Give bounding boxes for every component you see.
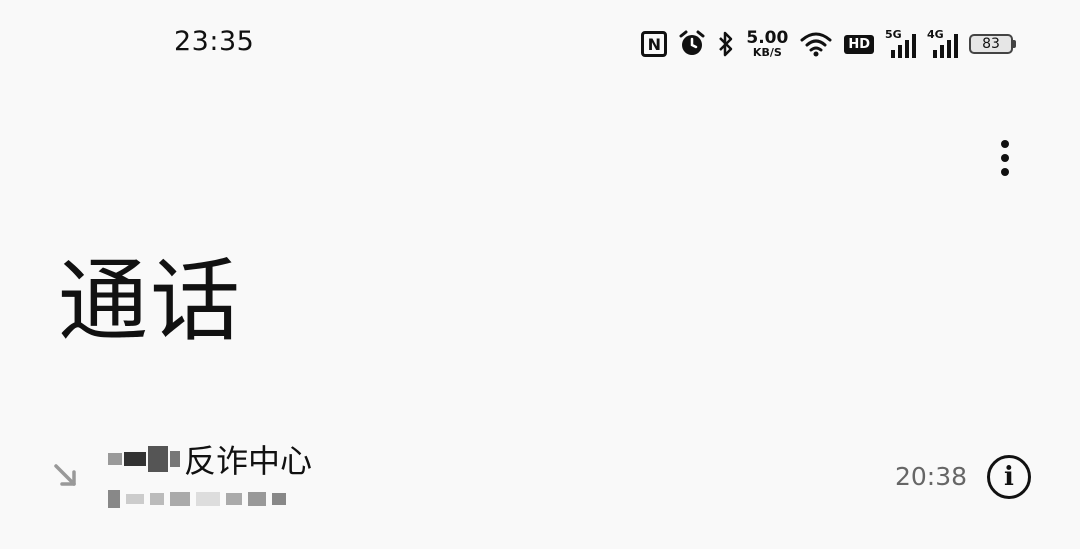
more-dot-icon: [1001, 168, 1009, 176]
info-icon: i: [1004, 462, 1014, 492]
page-title: 通话: [58, 249, 242, 354]
status-time: 23:35: [174, 26, 255, 57]
call-time: 20:38: [895, 462, 968, 491]
signal-5g-label: 5G: [885, 28, 902, 41]
call-info-button[interactable]: i: [987, 455, 1031, 499]
redacted-name-pixels: [108, 446, 180, 472]
alarm-icon: [678, 30, 706, 58]
battery-icon: 83: [969, 34, 1016, 54]
incoming-call-icon: [50, 460, 82, 492]
battery-level: 83: [969, 34, 1013, 54]
nfc-icon: N: [641, 31, 668, 57]
caller-name: 反诈中心: [184, 442, 313, 480]
status-icons: N 5.00 KB/S HD 5G 4G 83: [641, 22, 1016, 66]
signal-4g-icon: 4G: [927, 28, 958, 58]
wifi-icon: [799, 30, 833, 58]
more-dot-icon: [1001, 140, 1009, 148]
speed-unit: KB/S: [752, 46, 782, 59]
more-options-button[interactable]: [985, 132, 1025, 184]
bluetooth-icon: [717, 30, 735, 58]
more-dot-icon: [1001, 154, 1009, 162]
caller-name-row: 反诈中心: [108, 437, 312, 481]
status-bar: 23:35 N 5.00 KB/S HD 5G 4G 83: [0, 0, 1080, 90]
speed-value: 5.00: [746, 28, 789, 48]
signal-4g-label: 4G: [927, 28, 944, 41]
redacted-caller-number: [108, 488, 286, 510]
hd-icon: HD: [844, 34, 874, 54]
signal-5g-icon: 5G: [885, 28, 916, 58]
network-speed: 5.00 KB/S: [746, 28, 789, 59]
